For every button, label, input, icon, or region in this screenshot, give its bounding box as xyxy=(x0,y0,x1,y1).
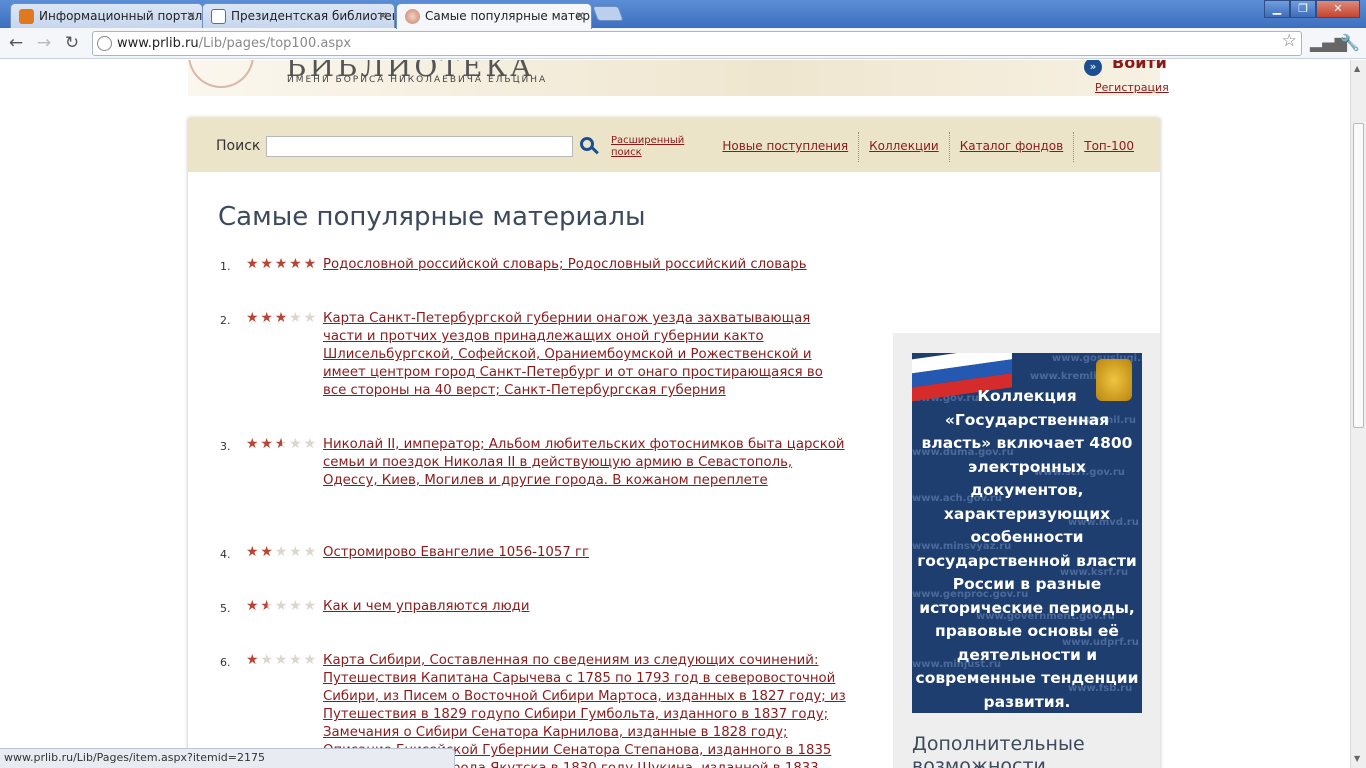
minimize-icon[interactable]: ▁ xyxy=(1264,0,1290,18)
rating-star-icon: ★ xyxy=(289,598,302,614)
search-input[interactable] xyxy=(266,136,573,157)
rating-star-icon: ★ xyxy=(303,544,317,560)
rating-star-icon: ★ xyxy=(289,544,302,560)
page-favicon-icon xyxy=(211,9,226,24)
rating-star-icon: ★ xyxy=(274,544,288,560)
browser-tabstrip: Информационный портал ✕ Президентская би… xyxy=(0,0,1366,29)
search-label: Поиск xyxy=(216,138,261,154)
browser-tab-3-active[interactable]: Самые популярные матер ✕ xyxy=(396,3,592,29)
nav-catalog[interactable]: Каталог фондов xyxy=(950,132,1074,162)
rating-star-icon: ★ xyxy=(246,256,259,272)
item-rank: 4. xyxy=(220,548,231,561)
login-label: Войти xyxy=(1112,60,1167,72)
library-favicon-icon xyxy=(405,9,420,24)
sidebar: www.gosuslugi.ru www.kremlin.ru www.gov.… xyxy=(893,333,1160,768)
address-bar[interactable]: www.prlib.ru/Lib/pages/top100.aspx ☆ xyxy=(92,31,1302,56)
item-rank: 6. xyxy=(220,656,231,669)
forward-arrow-icon[interactable]: → xyxy=(33,32,55,54)
rating-star-icon: ★ xyxy=(260,436,273,452)
rating-star-icon: ★ xyxy=(246,310,259,326)
rating-stars: ★ ★ ★ ★ ★ xyxy=(246,598,318,614)
rating-star-icon: ★ xyxy=(303,652,317,668)
tab-title: Президентская библиотек xyxy=(231,9,395,23)
rating-star-icon: ★ xyxy=(260,256,273,272)
tab-title: Информационный портал xyxy=(39,9,203,23)
state-power-collection-banner[interactable]: www.gosuslugi.ru www.kremlin.ru www.gov.… xyxy=(912,353,1142,713)
rating-star-icon: ★ xyxy=(260,652,273,668)
rating-stars: ★ ★ ★ ★ ★ xyxy=(246,436,318,452)
rating-star-icon: ★ xyxy=(246,652,259,668)
sidebar-heading: Дополнительные возможности xyxy=(912,733,1085,768)
rating-star-icon: ★ xyxy=(303,436,317,452)
banner-text: Коллекция «Государственная власть» включ… xyxy=(915,387,1139,711)
rating-star-icon: ★ xyxy=(274,310,288,326)
browser-tab-2[interactable]: Президентская библиотек ✕ xyxy=(202,3,395,28)
close-tab-icon[interactable]: ✕ xyxy=(378,4,388,28)
nav-collections[interactable]: Коллекции xyxy=(859,132,949,162)
rating-star-icon: ★ xyxy=(303,598,317,614)
rating-star-icon: ★ xyxy=(274,436,288,452)
tab-title: Самые популярные матер xyxy=(425,9,591,23)
browser-toolbar: ← → ↻ www.prlib.ru/Lib/pages/top100.aspx… xyxy=(0,28,1366,59)
rating-star-icon: ★ xyxy=(260,598,273,614)
rating-stars: ★ ★ ★ ★ ★ xyxy=(246,256,318,272)
close-tab-icon[interactable]: ✕ xyxy=(575,4,585,28)
content-card: Поиск Расширенный поиск Новые поступлени… xyxy=(188,118,1160,768)
nav-new-arrivals[interactable]: Новые поступления xyxy=(712,132,858,162)
back-arrow-icon[interactable]: ← xyxy=(5,32,27,54)
portal-favicon-icon xyxy=(19,9,34,24)
search-icon[interactable] xyxy=(580,137,599,155)
scroll-up-icon[interactable]: ▲ xyxy=(1354,64,1360,73)
item-title-link[interactable]: Как и чем управляются люди xyxy=(323,598,848,616)
page-scrollbar[interactable]: ▲ ▼ xyxy=(1350,60,1366,768)
rating-star-icon: ★ xyxy=(274,598,288,614)
rating-star-icon: ★ xyxy=(289,436,302,452)
scroll-thumb[interactable] xyxy=(1353,123,1364,428)
rating-star-icon: ★ xyxy=(274,256,288,272)
rating-star-icon: ★ xyxy=(303,310,317,326)
nav-top-100[interactable]: Топ-100 xyxy=(1074,132,1144,162)
item-title-link[interactable]: Остромирово Евангелие 1056-1057 гг xyxy=(323,544,848,562)
close-window-icon[interactable]: ✕ xyxy=(1316,0,1360,18)
advanced-search-link[interactable]: Расширенный поиск xyxy=(611,135,701,159)
rating-stars: ★ ★ ★ ★ ★ xyxy=(246,310,318,326)
reload-icon[interactable]: ↻ xyxy=(61,32,83,54)
new-tab-button[interactable] xyxy=(592,6,624,21)
close-tab-icon[interactable]: ✕ xyxy=(186,4,196,28)
rating-star-icon: ★ xyxy=(303,256,317,272)
site-brand-subtitle: ИМЕНИ БОРИСА НИКОЛАЕВИЧА ЕЛЬЦИНА xyxy=(287,75,548,85)
scroll-down-icon[interactable]: ▼ xyxy=(1354,754,1360,763)
rating-star-icon: ★ xyxy=(260,544,273,560)
browser-tab-1[interactable]: Информационный портал ✕ xyxy=(10,3,203,28)
rating-star-icon: ★ xyxy=(246,598,259,614)
register-link[interactable]: Регистрация xyxy=(1095,81,1169,94)
bookmark-star-icon[interactable]: ☆ xyxy=(1282,33,1297,50)
status-bar: www.prlib.ru/Lib/Pages/item.aspx?itemid=… xyxy=(0,748,455,768)
restore-icon[interactable]: ❐ xyxy=(1290,0,1316,18)
rating-star-icon: ★ xyxy=(246,436,259,452)
rating-star-icon: ★ xyxy=(274,652,288,668)
rating-star-icon: ★ xyxy=(289,310,302,326)
page-info-icon[interactable] xyxy=(97,36,112,51)
page-title: Самые популярные материалы xyxy=(218,202,646,232)
item-title-link[interactable]: Родословной российской словарь; Родослов… xyxy=(323,256,848,274)
window-controls: ▁ ❐ ✕ xyxy=(1264,0,1360,18)
rating-stars: ★ ★ ★ ★ ★ xyxy=(246,652,318,668)
rating-star-icon: ★ xyxy=(260,310,273,326)
item-title-link[interactable]: Николай II, император; Альбом любительск… xyxy=(323,436,848,490)
item-rank: 1. xyxy=(220,260,231,273)
rating-star-icon: ★ xyxy=(246,544,259,560)
item-rank: 2. xyxy=(220,314,231,327)
page-viewport: БИБЛИОТЕКА ИМЕНИ БОРИСА НИКОЛАЕВИЧА ЕЛЬЦ… xyxy=(0,60,1350,768)
address-url[interactable]: www.prlib.ru/Lib/pages/top100.aspx xyxy=(117,36,351,51)
item-title-link[interactable]: Карта Санкт-Петербургской губернии онаго… xyxy=(323,310,848,400)
top-navigation: Новые поступления Коллекции Каталог фонд… xyxy=(712,132,1144,162)
wrench-icon[interactable]: 🔧 xyxy=(1340,33,1360,52)
item-rank: 3. xyxy=(220,440,231,453)
item-rank: 5. xyxy=(220,602,231,615)
search-bar: Поиск Расширенный поиск Новые поступлени… xyxy=(188,118,1160,172)
rating-star-icon: ★ xyxy=(289,652,302,668)
rating-star-icon: ★ xyxy=(289,256,302,272)
rating-stars: ★ ★ ★ ★ ★ xyxy=(246,544,318,560)
